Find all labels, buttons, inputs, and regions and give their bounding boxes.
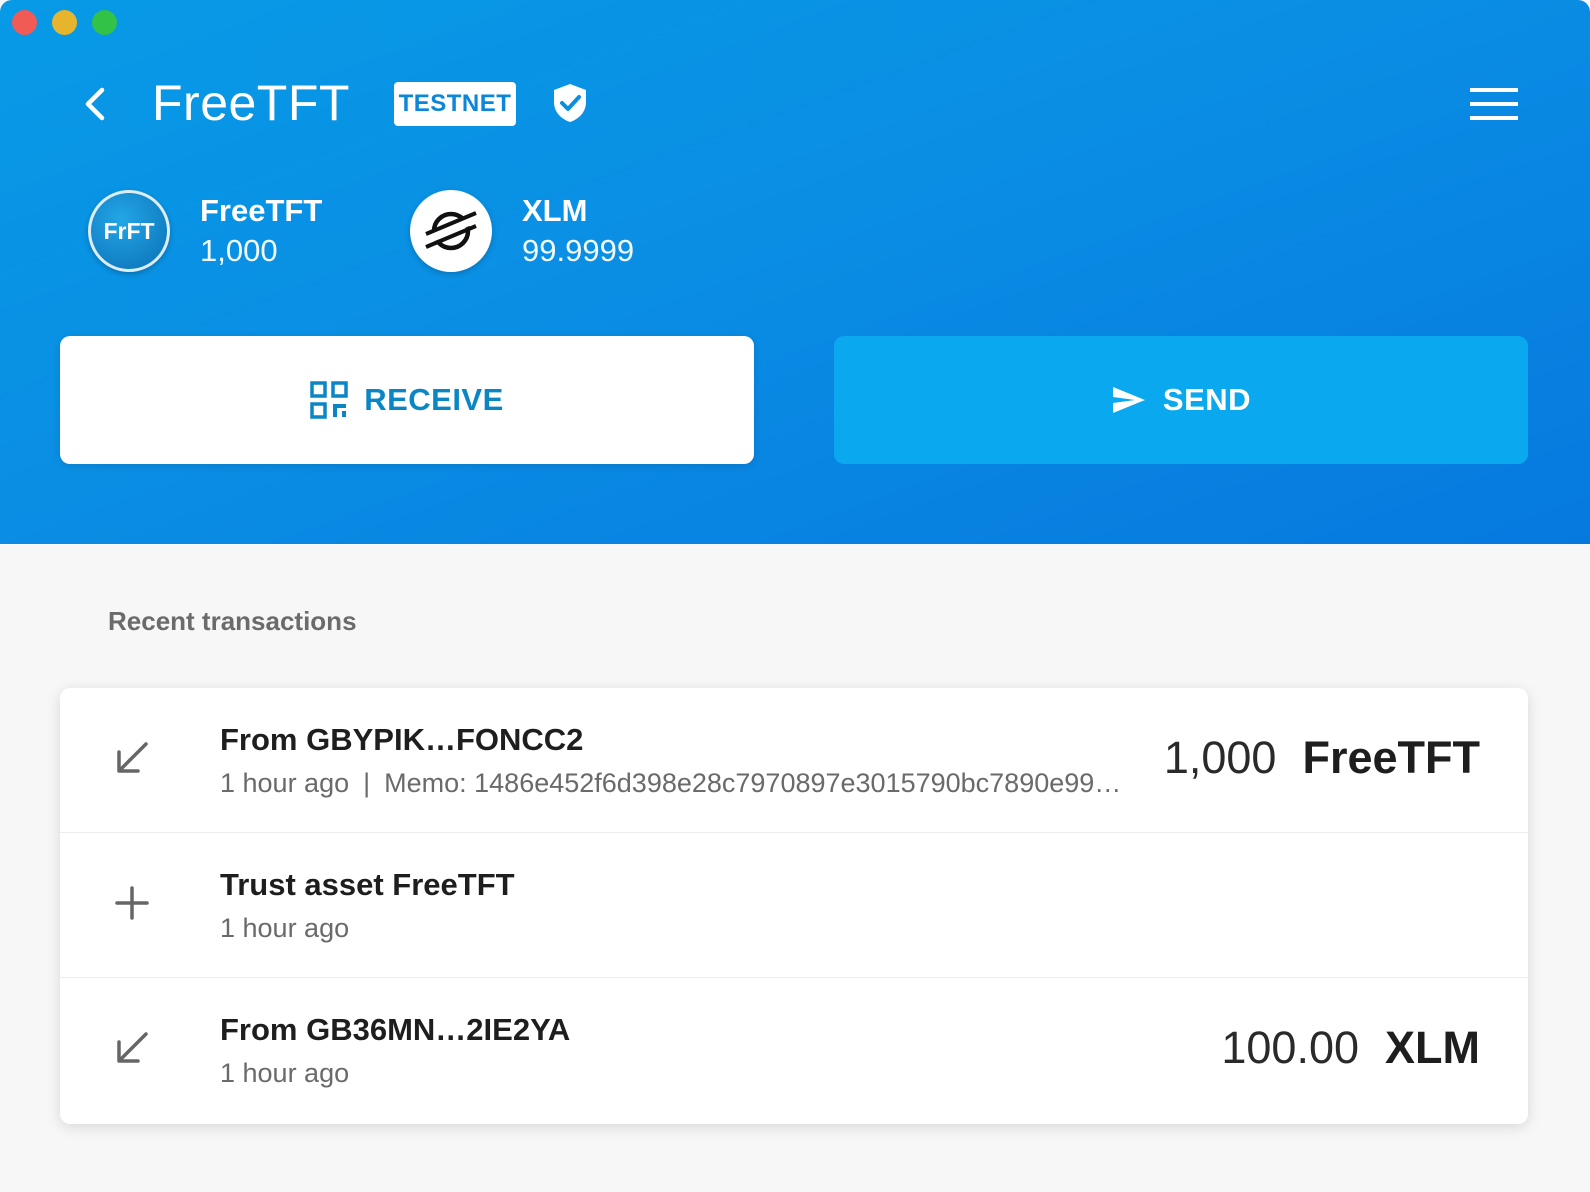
amount-currency: FreeTFT [1302,732,1480,783]
back-arrow-icon[interactable] [80,84,112,124]
transaction-row[interactable]: From GBYPIK…FONCC2 1 hour ago | Memo: 1486… [60,688,1528,833]
transaction-time: 1 hour ago [220,1058,350,1088]
transaction-time: 1 hour ago [220,768,350,798]
transaction-row[interactable]: Trust asset FreeTFT 1 hour ago [60,833,1528,978]
recent-transactions-heading: Recent transactions [108,606,357,636]
transaction-time: 1 hour ago [220,913,350,943]
hamburger-menu-icon[interactable] [1470,86,1520,122]
window-close-button[interactable] [12,10,37,35]
send-button[interactable]: SEND [834,336,1528,464]
network-badge: TESTNET [394,82,516,126]
verified-shield-icon [554,84,586,122]
transaction-amount: 100.00 XLM [1221,1022,1480,1074]
transactions-list: From GBYPIK…FONCC2 1 hour ago | Memo: 1486… [60,688,1528,1124]
plus-icon [115,886,149,920]
freetft-coin-icon: FrFT [88,190,170,272]
transaction-row[interactable]: From GB36MN…2IE2YA 1 hour ago 100.00 XLM [60,978,1528,1123]
window-minimize-button[interactable] [52,10,77,35]
asset-name: XLM [522,193,588,228]
amount-value: 1,000 [1163,732,1277,783]
transaction-amount: 1,000 FreeTFT [1164,732,1480,784]
receive-button[interactable]: RECEIVE [60,336,754,464]
transaction-subtitle: 1 hour ago [220,1058,349,1089]
asset-balance: 1,000 [200,233,278,268]
receive-label: RECEIVE [364,382,504,417]
arrow-down-left-icon [117,1032,148,1063]
asset-name: FreeTFT [200,193,323,228]
transaction-subtitle: 1 hour ago [220,913,349,944]
transaction-title: From GB36MN…2IE2YA [220,1012,571,1047]
amount-value: 100.00 [1221,1022,1359,1073]
stellar-logo-icon [410,190,492,272]
qr-code-icon [310,381,348,419]
amount-currency: XLM [1385,1022,1480,1073]
send-label: SEND [1162,382,1252,417]
balance-xlm[interactable]: XLM 99.9999 [410,190,634,272]
wallet-header: FreeTFT TESTNET FrFT FreeTFT 1,000 XLM 9… [0,0,1590,544]
arrow-down-left-icon [117,742,148,773]
balance-freetft[interactable]: FrFT FreeTFT 1,000 [88,190,322,272]
page-title: FreeTFT [152,75,350,131]
transaction-title: Trust asset FreeTFT [220,867,515,902]
separator: | [363,768,371,798]
window-zoom-button[interactable] [92,10,117,35]
send-paper-plane-icon [1112,387,1145,413]
transaction-memo: Memo: 1486e452f6d398e28c7970897e3015790b… [384,768,1122,798]
transaction-title: From GBYPIK…FONCC2 [220,722,584,757]
asset-balance: 99.9999 [522,233,635,268]
transaction-subtitle: 1 hour ago | Memo: 1486e452f6d398e28c79708… [220,768,1121,799]
